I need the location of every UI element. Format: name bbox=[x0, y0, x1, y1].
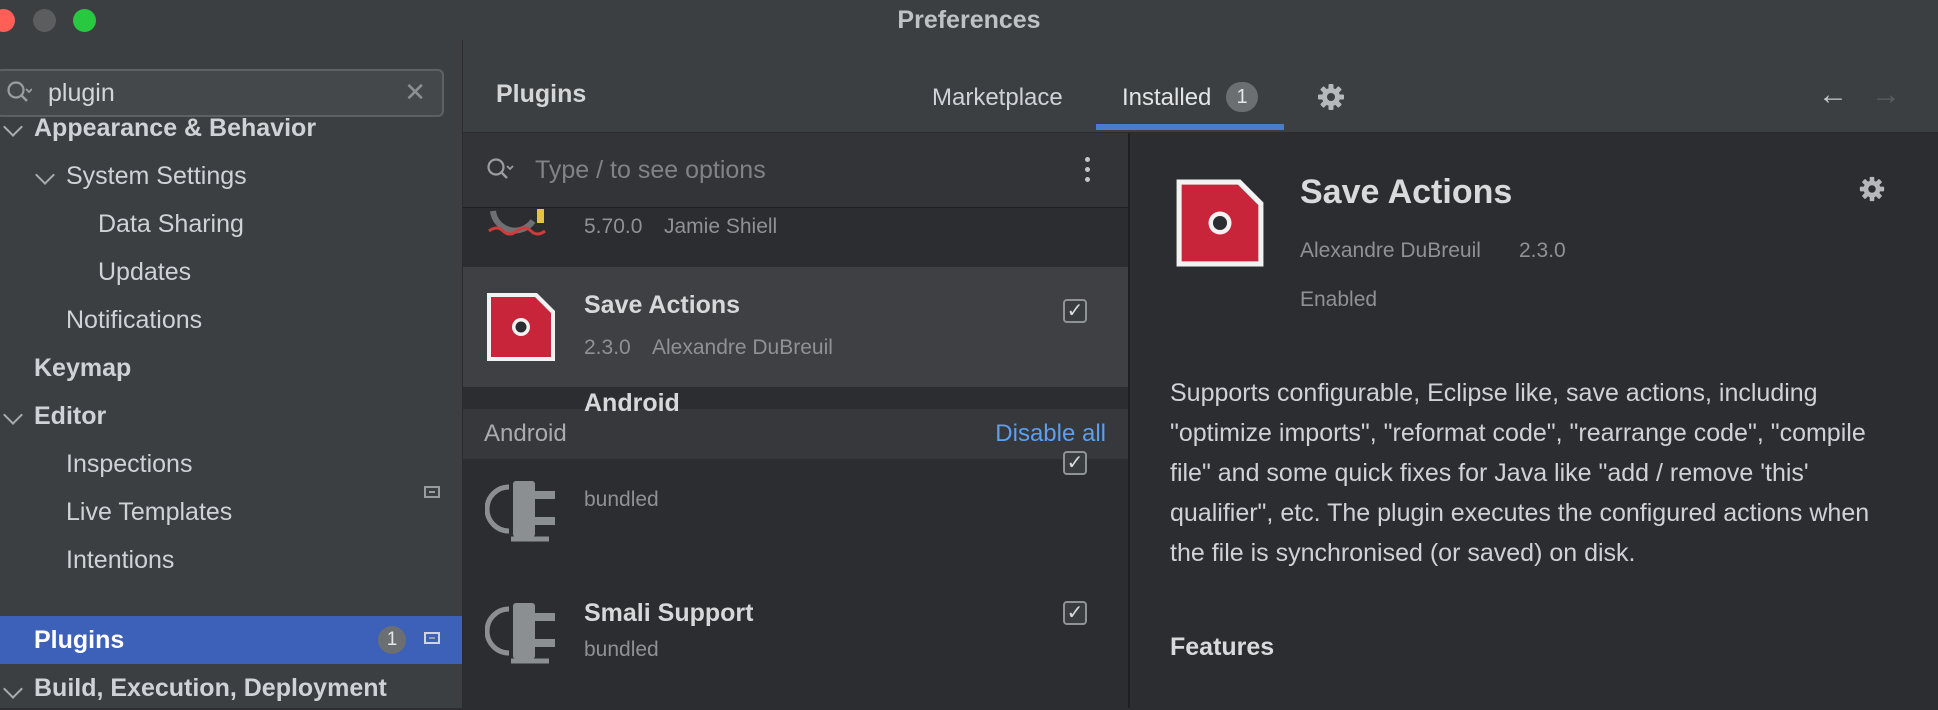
plugin-list-item-save-actions[interactable] bbox=[463, 267, 1128, 387]
plugin-detail-title: Save Actions bbox=[1300, 173, 1513, 211]
tree-item-inspections[interactable]: Inspections bbox=[66, 442, 192, 486]
plugin-name: Save Actions bbox=[584, 291, 741, 319]
section-header-android: Android Disable all bbox=[463, 409, 1128, 459]
plugin-meta: bundled bbox=[584, 488, 659, 511]
settings-sidebar: plugin ✕ Appearance & Behavior System Se… bbox=[0, 40, 463, 708]
plugin-detail-version: 2.3.0 bbox=[1519, 239, 1566, 262]
plugin-detail-status: Enabled bbox=[1300, 288, 1378, 311]
features-heading: Features bbox=[1170, 633, 1275, 661]
plugin-enabled-checkbox[interactable]: ✓ bbox=[1063, 299, 1087, 323]
tree-item-data-sharing[interactable]: Data Sharing bbox=[98, 202, 244, 246]
plugin-search-input[interactable]: Type / to see options bbox=[535, 156, 766, 185]
tree-item-system-settings[interactable]: System Settings bbox=[66, 154, 247, 198]
back-arrow-icon[interactable]: ← bbox=[1818, 78, 1848, 112]
tab-marketplace[interactable]: Marketplace bbox=[932, 84, 1063, 112]
chevron-down-icon[interactable] bbox=[3, 679, 23, 699]
forward-arrow-icon[interactable]: → bbox=[1871, 78, 1901, 112]
tree-item-appearance-behavior[interactable]: Appearance & Behavior bbox=[34, 106, 316, 150]
tab-installed[interactable]: Installed bbox=[1122, 84, 1211, 112]
gear-icon[interactable] bbox=[1858, 175, 1886, 203]
plugins-count-badge: 1 bbox=[378, 626, 406, 654]
tree-item-plugins[interactable]: Plugins bbox=[34, 618, 124, 662]
plugin-name: Android bbox=[584, 389, 680, 417]
title-bar: Preferences bbox=[0, 0, 1938, 40]
project-scope-icon bbox=[424, 632, 440, 644]
plugin-plug-icon bbox=[485, 603, 555, 664]
plugin-search-bar[interactable]: Type / to see options bbox=[463, 133, 1128, 208]
save-actions-logo-icon bbox=[1176, 179, 1264, 267]
save-actions-logo-icon bbox=[487, 293, 555, 361]
window-title: Preferences bbox=[897, 6, 1041, 34]
search-icon bbox=[487, 158, 514, 179]
plugin-detail-vendor: Alexandre DuBreuil bbox=[1300, 239, 1481, 262]
tree-item-build-execution-deployment[interactable]: Build, Execution, Deployment bbox=[34, 666, 387, 710]
clear-search-icon[interactable]: ✕ bbox=[404, 77, 426, 108]
plugin-description: Supports configurable, Eclipse like, sav… bbox=[1170, 379, 1870, 567]
plugins-header: Plugins Marketplace Installed 1 ← → bbox=[463, 40, 1938, 133]
gear-icon[interactable] bbox=[1316, 82, 1346, 112]
tree-item-updates[interactable]: Updates bbox=[98, 250, 191, 294]
tree-item-notifications[interactable]: Notifications bbox=[66, 298, 202, 342]
page-title: Plugins bbox=[496, 80, 587, 108]
plugin-list-pane: 5.70.0 Jamie Shiell Type / to see option… bbox=[463, 133, 1130, 708]
plugin-name: Smali Support bbox=[584, 599, 754, 627]
project-scope-icon bbox=[424, 486, 440, 498]
tree-item-editor[interactable]: Editor bbox=[34, 394, 106, 438]
section-title: Android bbox=[484, 420, 567, 447]
plugin-vendor: Alexandre DuBreuil bbox=[652, 336, 833, 359]
tree-item-keymap[interactable]: Keymap bbox=[34, 346, 131, 390]
tree-item-intentions[interactable]: Intentions bbox=[66, 538, 174, 582]
plugin-version: 5.70.0 bbox=[584, 215, 643, 238]
search-input[interactable]: plugin bbox=[48, 79, 115, 108]
plugin-enabled-checkbox[interactable]: ✓ bbox=[1063, 601, 1087, 625]
chevron-down-icon[interactable] bbox=[3, 117, 23, 137]
disable-all-link[interactable]: Disable all bbox=[995, 420, 1106, 448]
more-options-icon[interactable] bbox=[1085, 157, 1091, 183]
active-tab-indicator bbox=[1096, 124, 1284, 130]
tree-item-live-templates[interactable]: Live Templates bbox=[66, 490, 232, 534]
plugin-details-pane: Save Actions Alexandre DuBreuil 2.3.0 En… bbox=[1130, 133, 1938, 708]
plugin-enabled-checkbox[interactable]: ✓ bbox=[1063, 451, 1087, 475]
search-icon bbox=[7, 81, 32, 102]
plugin-version: 2.3.0 bbox=[584, 336, 631, 359]
chevron-down-icon[interactable] bbox=[35, 165, 55, 185]
chevron-down-icon[interactable] bbox=[3, 405, 23, 425]
plugin-plug-icon bbox=[485, 481, 555, 542]
installed-count-badge: 1 bbox=[1226, 82, 1258, 112]
plugin-meta: bundled bbox=[584, 638, 659, 661]
plugin-vendor: Jamie Shiell bbox=[664, 215, 778, 238]
